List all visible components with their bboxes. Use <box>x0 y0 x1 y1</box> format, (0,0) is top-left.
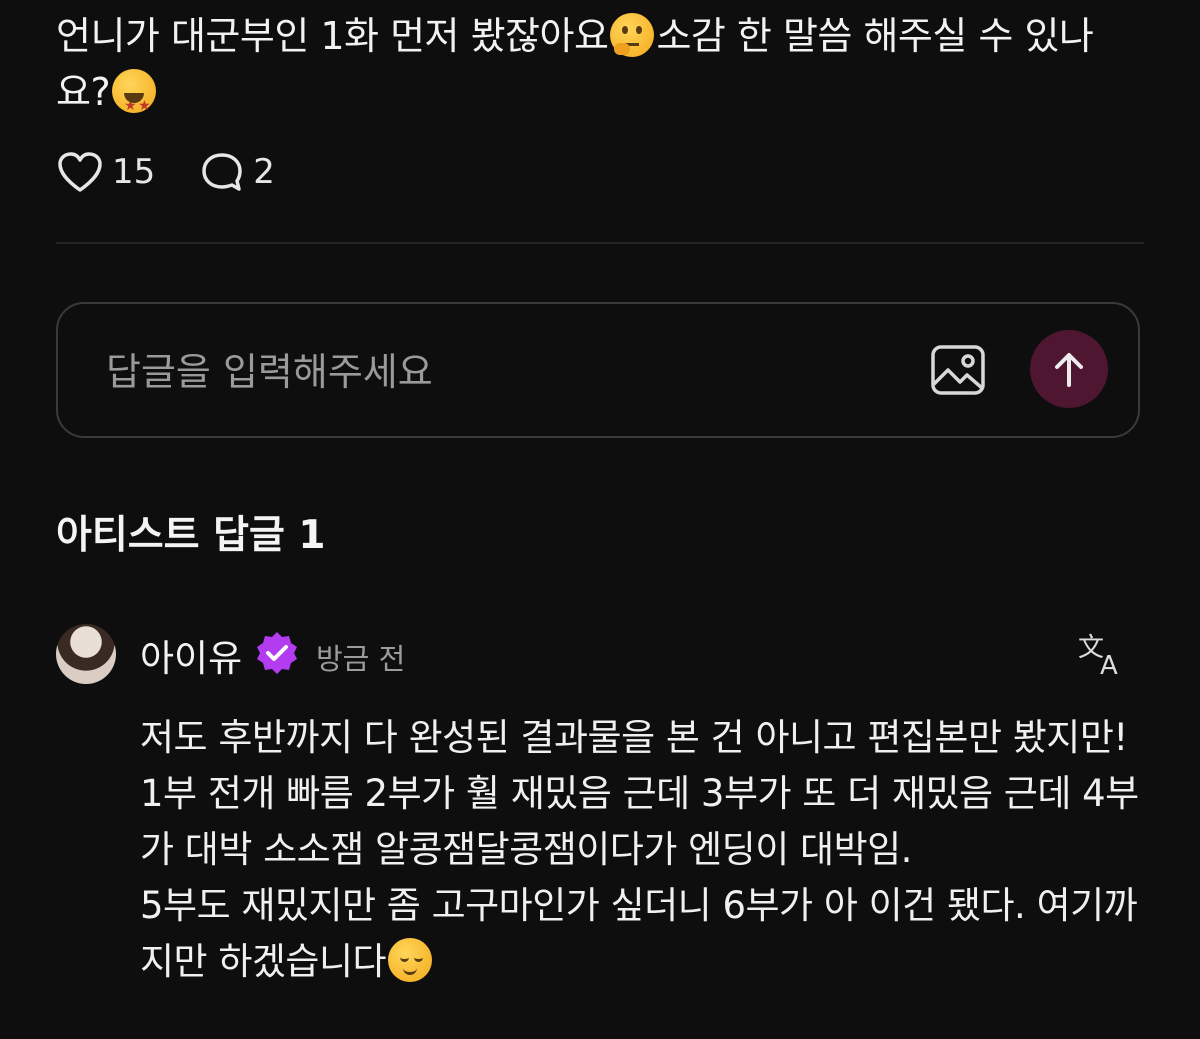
comment-line: 5부도 재밌지만 좀 고구마인가 싶더니 6부가 아 이건 됐다. 여기까지만 … <box>140 878 1140 990</box>
svg-text:A: A <box>1100 651 1118 678</box>
author-name[interactable]: 아이유 <box>140 628 242 682</box>
post-text-part1: 언니가 대군부인 1화 먼저 봤잖아요 <box>56 14 609 58</box>
comment-line-text: 5부도 재밌지만 좀 고구마인가 싶더니 6부가 아 이건 됐다. 여기까지만 … <box>140 884 1138 983</box>
verified-badge-icon <box>257 632 297 674</box>
timestamp: 방금 전 <box>316 642 406 676</box>
comment-line: 1부 전개 빠름 2부가 훨 재밌음 근데 3부가 또 더 재밌음 근데 4부가… <box>140 772 1139 871</box>
comment-count: 2 <box>253 152 275 192</box>
comment-button[interactable]: 2 <box>199 150 275 194</box>
heart-icon <box>58 152 102 192</box>
translate-button[interactable]: 文 A <box>1076 630 1128 681</box>
arrow-up-icon <box>1055 353 1083 387</box>
avatar[interactable] <box>56 624 116 684</box>
thinking-face-icon <box>610 13 655 57</box>
post-stats: 15 2 <box>56 150 275 194</box>
divider <box>56 242 1144 244</box>
like-count: 15 <box>112 152 156 192</box>
star-struck-icon: ★ ★ <box>112 69 157 114</box>
translate-icon: 文 A <box>1078 633 1118 681</box>
relieved-face-icon <box>388 938 433 982</box>
comment-body: 저도 후반까지 다 완성된 결과물을 본 건 아니고 편집본만 봤지만! 1부 … <box>140 710 1140 990</box>
reply-input[interactable] <box>104 342 888 402</box>
like-button[interactable]: 15 <box>56 150 155 194</box>
artist-replies-title: 아티스트 답글 1 <box>56 513 326 558</box>
comment-line: 저도 후반까지 다 완성된 결과물을 본 건 아니고 편집본만 봤지만! <box>140 716 1128 759</box>
image-icon <box>931 345 985 395</box>
post-text: 언니가 대군부인 1화 먼저 봤잖아요 소감 한 말씀 해주실 수 있나요? ★ ★ <box>56 8 1146 120</box>
image-attach-button[interactable] <box>930 344 986 396</box>
send-button[interactable] <box>1030 330 1108 408</box>
reply-box <box>56 302 1140 438</box>
comment-icon <box>202 153 243 191</box>
